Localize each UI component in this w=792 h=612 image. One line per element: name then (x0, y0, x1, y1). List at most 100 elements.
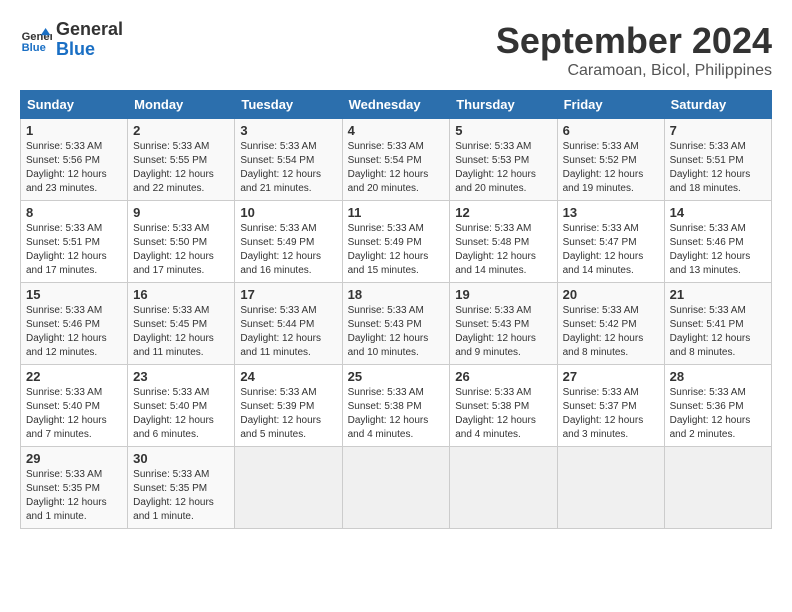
table-row: 30 Sunrise: 5:33 AMSunset: 5:35 PMDayligh… (128, 447, 235, 529)
calendar-table: Sunday Monday Tuesday Wednesday Thursday… (20, 90, 772, 529)
table-row (664, 447, 771, 529)
col-wednesday: Wednesday (342, 91, 450, 119)
day-info: Sunrise: 5:33 AMSunset: 5:54 PMDaylight:… (240, 140, 336, 196)
day-number: 4 (348, 123, 445, 138)
calendar-week-row: 22Sunrise: 5:33 AMSunset: 5:40 PMDayligh… (21, 365, 772, 447)
day-number: 16 (133, 287, 229, 302)
day-info: Sunrise: 5:33 AMSunset: 5:53 PMDaylight:… (455, 140, 551, 196)
table-row: 28Sunrise: 5:33 AMSunset: 5:36 PMDayligh… (664, 365, 771, 447)
calendar-week-row: 29 Sunrise: 5:33 AMSunset: 5:35 PMDayligh… (21, 447, 772, 529)
table-row: 10 Sunrise: 5:33 AMSunset: 5:49 PMDayligh… (235, 201, 342, 283)
table-row: 19Sunrise: 5:33 AMSunset: 5:43 PMDayligh… (450, 283, 557, 365)
day-info: Sunrise: 5:33 AMSunset: 5:46 PMDaylight:… (26, 304, 122, 360)
col-saturday: Saturday (664, 91, 771, 119)
page-header: General Blue General Blue September 2024… (20, 20, 772, 80)
day-number: 13 (563, 205, 659, 220)
day-info: Sunrise: 5:33 AMSunset: 5:51 PMDaylight:… (670, 140, 766, 196)
col-thursday: Thursday (450, 91, 557, 119)
col-sunday: Sunday (21, 91, 128, 119)
table-row (450, 447, 557, 529)
table-row: 18 Sunrise: 5:33 AMSunset: 5:43 PMDayligh… (342, 283, 450, 365)
day-number: 17 (240, 287, 336, 302)
day-number: 21 (670, 287, 766, 302)
table-row: 14 Sunrise: 5:33 AMSunset: 5:46 PMDayligh… (664, 201, 771, 283)
day-number: 27 (563, 369, 659, 384)
day-number: 5 (455, 123, 551, 138)
day-number: 6 (563, 123, 659, 138)
day-number: 30 (133, 451, 229, 466)
calendar-week-row: 15Sunrise: 5:33 AMSunset: 5:46 PMDayligh… (21, 283, 772, 365)
day-number: 12 (455, 205, 551, 220)
day-info: Sunrise: 5:33 AMSunset: 5:37 PMDaylight:… (563, 386, 659, 442)
day-number: 28 (670, 369, 766, 384)
day-info: Sunrise: 5:33 AMSunset: 5:56 PMDaylight:… (26, 140, 122, 196)
day-info: Sunrise: 5:33 AMSunset: 5:48 PMDaylight:… (455, 222, 551, 278)
day-number: 24 (240, 369, 336, 384)
day-number: 10 (240, 205, 336, 220)
day-number: 29 (26, 451, 122, 466)
day-number: 3 (240, 123, 336, 138)
day-number: 18 (348, 287, 445, 302)
day-info: Sunrise: 5:33 AMSunset: 5:46 PMDaylight:… (670, 222, 766, 278)
table-row: 8 Sunrise: 5:33 AMSunset: 5:51 PMDaylight… (21, 201, 128, 283)
day-number: 1 (26, 123, 122, 138)
logo-text-blue: Blue (56, 40, 123, 60)
month-year-title: September 2024 (496, 20, 772, 62)
day-number: 23 (133, 369, 229, 384)
day-info: Sunrise: 5:33 AMSunset: 5:47 PMDaylight:… (563, 222, 659, 278)
table-row: 12 Sunrise: 5:33 AMSunset: 5:48 PMDayligh… (450, 201, 557, 283)
table-row: 2Sunrise: 5:33 AMSunset: 5:55 PMDaylight… (128, 119, 235, 201)
table-row: 11Sunrise: 5:33 AMSunset: 5:49 PMDayligh… (342, 201, 450, 283)
day-info: Sunrise: 5:33 AMSunset: 5:50 PMDaylight:… (133, 222, 229, 278)
svg-text:Blue: Blue (22, 42, 46, 54)
day-number: 14 (670, 205, 766, 220)
table-row: 24Sunrise: 5:33 AMSunset: 5:39 PMDayligh… (235, 365, 342, 447)
day-info: Sunrise: 5:33 AMSunset: 5:35 PMDaylight:… (26, 468, 122, 524)
day-info: Sunrise: 5:33 AMSunset: 5:43 PMDaylight:… (348, 304, 445, 360)
day-info: Sunrise: 5:33 AMSunset: 5:35 PMDaylight:… (133, 468, 229, 524)
calendar-week-row: 1 Sunrise: 5:33 AMSunset: 5:56 PMDaylight… (21, 119, 772, 201)
table-row (235, 447, 342, 529)
day-number: 26 (455, 369, 551, 384)
day-info: Sunrise: 5:33 AMSunset: 5:44 PMDaylight:… (240, 304, 336, 360)
day-number: 7 (670, 123, 766, 138)
table-row: 17 Sunrise: 5:33 AMSunset: 5:44 PMDayligh… (235, 283, 342, 365)
day-info: Sunrise: 5:33 AMSunset: 5:55 PMDaylight:… (133, 140, 229, 196)
col-monday: Monday (128, 91, 235, 119)
day-info: Sunrise: 5:33 AMSunset: 5:49 PMDaylight:… (348, 222, 445, 278)
table-row: 15Sunrise: 5:33 AMSunset: 5:46 PMDayligh… (21, 283, 128, 365)
table-row: 27 Sunrise: 5:33 AMSunset: 5:37 PMDayligh… (557, 365, 664, 447)
table-row: 20Sunrise: 5:33 AMSunset: 5:42 PMDayligh… (557, 283, 664, 365)
table-row: 29 Sunrise: 5:33 AMSunset: 5:35 PMDayligh… (21, 447, 128, 529)
table-row: 13 Sunrise: 5:33 AMSunset: 5:47 PMDayligh… (557, 201, 664, 283)
location-subtitle: Caramoan, Bicol, Philippines (496, 62, 772, 80)
calendar-week-row: 8 Sunrise: 5:33 AMSunset: 5:51 PMDaylight… (21, 201, 772, 283)
table-row: 1 Sunrise: 5:33 AMSunset: 5:56 PMDaylight… (21, 119, 128, 201)
table-row: 21Sunrise: 5:33 AMSunset: 5:41 PMDayligh… (664, 283, 771, 365)
day-info: Sunrise: 5:33 AMSunset: 5:51 PMDaylight:… (26, 222, 122, 278)
day-info: Sunrise: 5:33 AMSunset: 5:40 PMDaylight:… (26, 386, 122, 442)
calendar-header-row: Sunday Monday Tuesday Wednesday Thursday… (21, 91, 772, 119)
day-info: Sunrise: 5:33 AMSunset: 5:52 PMDaylight:… (563, 140, 659, 196)
day-number: 8 (26, 205, 122, 220)
day-info: Sunrise: 5:33 AMSunset: 5:43 PMDaylight:… (455, 304, 551, 360)
day-number: 9 (133, 205, 229, 220)
table-row: 6 Sunrise: 5:33 AMSunset: 5:52 PMDaylight… (557, 119, 664, 201)
day-info: Sunrise: 5:33 AMSunset: 5:42 PMDaylight:… (563, 304, 659, 360)
day-info: Sunrise: 5:33 AMSunset: 5:45 PMDaylight:… (133, 304, 229, 360)
logo: General Blue General Blue (20, 20, 123, 60)
table-row: 23Sunrise: 5:33 AMSunset: 5:40 PMDayligh… (128, 365, 235, 447)
table-row (557, 447, 664, 529)
col-friday: Friday (557, 91, 664, 119)
day-info: Sunrise: 5:33 AMSunset: 5:49 PMDaylight:… (240, 222, 336, 278)
table-row: 25 Sunrise: 5:33 AMSunset: 5:38 PMDayligh… (342, 365, 450, 447)
day-info: Sunrise: 5:33 AMSunset: 5:54 PMDaylight:… (348, 140, 445, 196)
table-row: 26 Sunrise: 5:33 AMSunset: 5:38 PMDayligh… (450, 365, 557, 447)
table-row: 5 Sunrise: 5:33 AMSunset: 5:53 PMDaylight… (450, 119, 557, 201)
day-info: Sunrise: 5:33 AMSunset: 5:38 PMDaylight:… (455, 386, 551, 442)
table-row (342, 447, 450, 529)
day-number: 25 (348, 369, 445, 384)
table-row: 4 Sunrise: 5:33 AMSunset: 5:54 PMDaylight… (342, 119, 450, 201)
day-info: Sunrise: 5:33 AMSunset: 5:38 PMDaylight:… (348, 386, 445, 442)
table-row: 9 Sunrise: 5:33 AMSunset: 5:50 PMDaylight… (128, 201, 235, 283)
